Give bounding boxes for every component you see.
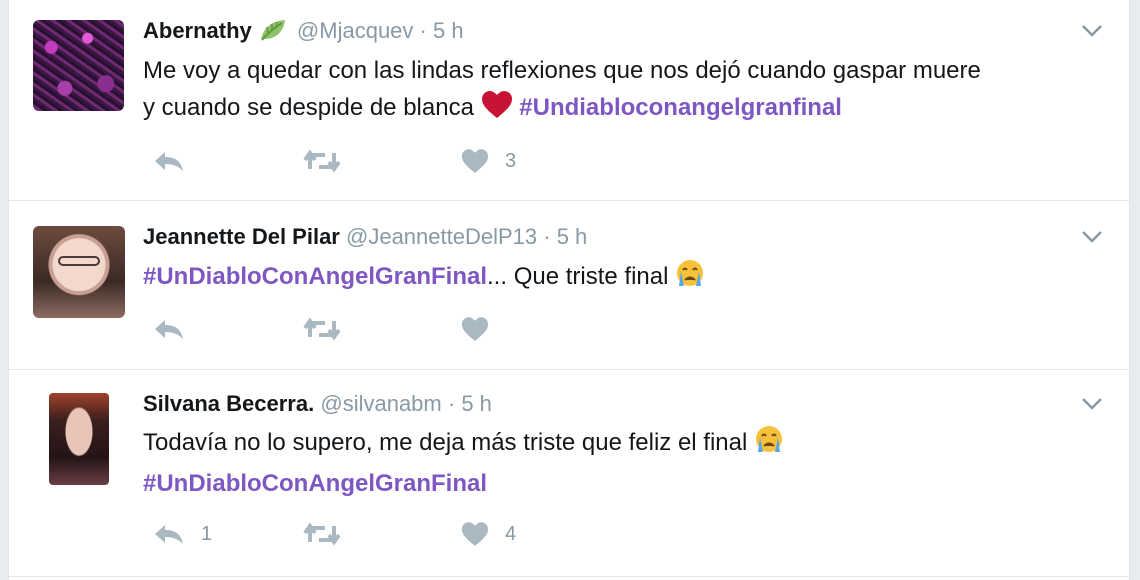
retweet-icon <box>303 522 341 546</box>
user-handle[interactable]: @JeannetteDelP13 <box>346 224 537 249</box>
reply-button[interactable] <box>153 314 201 344</box>
avatar-glasses <box>58 256 100 266</box>
crying-face-emoji <box>675 258 705 299</box>
leaf-icon <box>258 17 288 43</box>
heart-icon <box>461 316 489 341</box>
timeline: Abernathy @Mjacquev · 5 h Me voy a queda… <box>8 0 1130 580</box>
reply-button[interactable] <box>153 146 201 176</box>
tweet-text: Todavía no lo supero, me deja más triste… <box>143 424 1103 502</box>
avatar[interactable] <box>33 20 124 111</box>
like-count: 4 <box>505 522 517 545</box>
hashtag-link[interactable]: #UnDiabloConAngelGranFinal <box>143 470 487 497</box>
like-button[interactable]: 3 <box>461 146 516 176</box>
tweet[interactable]: Abernathy @Mjacquev · 5 h Me voy a queda… <box>9 0 1129 201</box>
heart-icon <box>461 521 489 546</box>
avatar[interactable] <box>33 226 125 318</box>
retweet-icon <box>303 149 341 173</box>
crying-face-emoji <box>754 424 784 465</box>
tweet-header: Silvana Becerra. @silvanabm · 5 h <box>143 389 492 419</box>
retweet-button[interactable] <box>303 519 357 549</box>
like-button[interactable] <box>461 314 505 344</box>
avatar[interactable] <box>49 393 109 485</box>
reply-icon <box>155 525 183 544</box>
reply-icon <box>155 320 183 339</box>
tweet-text: Me voy a quedar con las lindas reflexion… <box>143 52 1103 130</box>
chevron-down-icon[interactable] <box>1081 24 1103 38</box>
separator-dot: · <box>419 18 427 43</box>
hashtag-link[interactable]: #UnDiabloConAngelGranFinal <box>143 263 487 290</box>
reply-count: 1 <box>201 522 213 545</box>
user-name[interactable]: Silvana Becerra. <box>143 391 314 416</box>
retweet-icon <box>303 317 341 341</box>
retweet-button[interactable] <box>303 146 357 176</box>
timestamp[interactable]: 5 h <box>461 391 492 416</box>
reply-button[interactable]: 1 <box>153 519 212 549</box>
user-handle[interactable]: @silvanabm <box>320 391 441 416</box>
user-name[interactable]: Abernathy <box>143 18 252 43</box>
user-handle[interactable]: @Mjacquev <box>297 18 414 43</box>
heart-emoji <box>481 91 513 130</box>
like-button[interactable]: 4 <box>461 519 516 549</box>
tweet-text-line: Todavía no lo supero, me deja más triste… <box>143 429 748 456</box>
heart-icon <box>461 148 489 173</box>
separator-dot: · <box>447 391 456 416</box>
tweet-header: Abernathy @Mjacquev · 5 h <box>143 16 464 46</box>
tweet-text-line: y cuando se despide de blanca <box>143 94 474 121</box>
reply-icon <box>155 152 183 171</box>
hashtag-link[interactable]: #Undiabloconangelgranfinal <box>519 94 842 121</box>
tweet-header: Jeannette Del Pilar @JeannetteDelP13 · 5… <box>143 222 587 252</box>
tweet-text: #UnDiabloConAngelGranFinal... Que triste… <box>143 258 1103 299</box>
tweet-text-line: ... Que triste final <box>487 263 669 290</box>
tweet[interactable]: Jeannette Del Pilar @JeannetteDelP13 · 5… <box>9 202 1129 370</box>
chevron-down-icon[interactable] <box>1081 230 1103 244</box>
timestamp[interactable]: 5 h <box>433 18 464 43</box>
tweet[interactable]: Silvana Becerra. @silvanabm · 5 h Todaví… <box>9 371 1129 577</box>
like-count: 3 <box>505 149 517 172</box>
retweet-button[interactable] <box>303 314 357 344</box>
timestamp[interactable]: 5 h <box>557 224 588 249</box>
separator-dot: · <box>543 224 551 249</box>
tweet-text-line: Me voy a quedar con las lindas reflexion… <box>143 57 981 84</box>
chevron-down-icon[interactable] <box>1081 397 1103 411</box>
user-name[interactable]: Jeannette Del Pilar <box>143 224 340 249</box>
